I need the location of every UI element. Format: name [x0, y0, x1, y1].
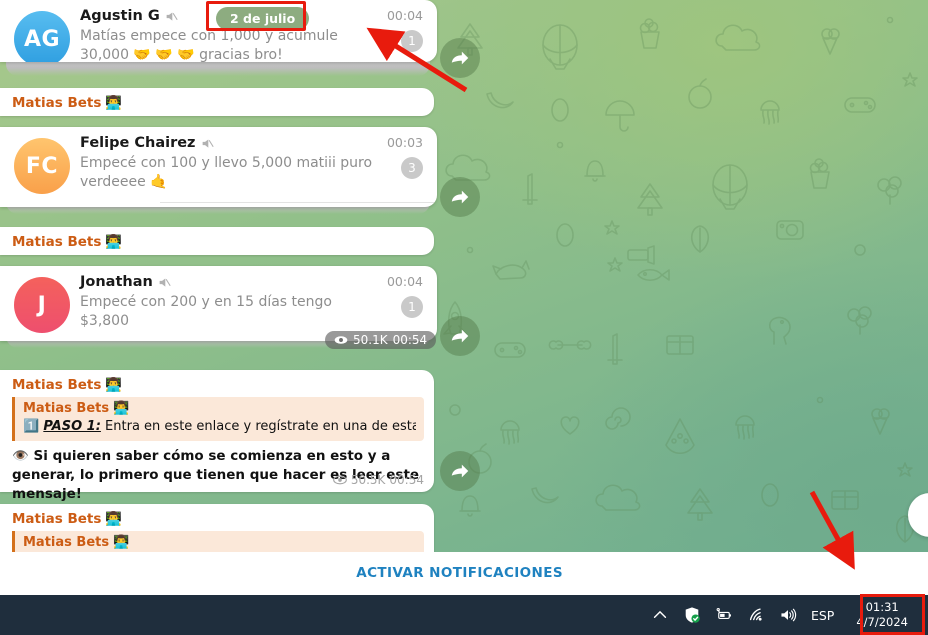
share-button-3[interactable]	[440, 316, 480, 356]
avatar: AG	[14, 11, 70, 62]
volume-icon[interactable]	[779, 606, 797, 624]
chat-message-5[interactable]: Matias Bets 👨‍💻 Matias Bets 👨‍💻	[0, 504, 434, 552]
quoted-channel-name: Matias Bets 👨‍💻	[23, 401, 416, 416]
channel-name: Matias Bets 👨‍💻	[12, 234, 424, 250]
notification-unread-badge: 1	[401, 296, 423, 318]
eye-emoji: 👁️	[12, 448, 29, 464]
keycap-one-emoji: 1️⃣	[23, 419, 40, 434]
share-arrow-icon	[451, 464, 469, 478]
notification-title: Jonathan	[80, 273, 437, 291]
share-button-1[interactable]	[440, 38, 480, 78]
avatar: FC	[14, 138, 70, 194]
chat-message-1[interactable]: Matias Bets 👨‍💻	[0, 88, 434, 116]
developer-emoji: 👨‍💻	[105, 234, 123, 250]
divider	[160, 202, 437, 203]
channel-name-label: Matias Bets	[12, 95, 102, 111]
message-time: 00:54	[392, 333, 428, 347]
battery-icon[interactable]	[715, 606, 733, 624]
muted-speaker-icon	[166, 11, 178, 21]
date-pill-highlight-box	[206, 1, 306, 31]
notification-sender-name: Jonathan	[80, 274, 153, 290]
chat-message-2[interactable]: Matias Bets 👨‍💻	[0, 227, 434, 255]
language-indicator[interactable]: ESP	[811, 608, 834, 623]
channel-name-label: Matias Bets	[12, 377, 102, 393]
share-arrow-icon	[451, 190, 469, 204]
avatar: J	[14, 277, 70, 333]
views-count: 50.5K	[350, 473, 386, 487]
wifi-icon[interactable]	[747, 606, 765, 624]
quoted-message[interactable]: Matias Bets 👨‍💻 1️⃣ PASO 1: Entra en est…	[12, 397, 424, 441]
eye-icon	[334, 336, 348, 344]
notification-time: 00:04	[386, 8, 423, 23]
notification-text: Empecé con 100 y llevo 5,000 matiii puro…	[80, 155, 373, 190]
developer-emoji: 👨‍💻	[105, 511, 123, 527]
channel-name-label: Matias Bets	[12, 234, 102, 250]
channel-name: Matias Bets 👨‍💻	[12, 511, 424, 527]
channel-name-label: Matias Bets	[12, 511, 102, 527]
windows-security-shield-icon[interactable]	[683, 606, 701, 624]
quoted-text-line: 1️⃣ PASO 1: Entra en este enlace y regís…	[23, 418, 416, 436]
message-views-pill: 50.1K 00:54	[325, 331, 437, 349]
share-button-2[interactable]	[440, 177, 480, 217]
notification-title: Felipe Chairez	[80, 134, 437, 152]
quoted-step-label: PASO 1:	[43, 419, 101, 434]
message-column: AG Agustin G Matías empece con 1,000 y a…	[0, 0, 437, 552]
eye-icon	[332, 475, 347, 485]
notification-sender-name: Agustin G	[80, 8, 160, 24]
message-time: 00:54	[389, 473, 424, 487]
notification-time: 00:04	[386, 274, 423, 289]
channel-name: Matias Bets 👨‍💻	[12, 377, 424, 393]
notification-jonathan[interactable]: J Jonathan Empecé con 200 y en 15 días t…	[0, 266, 437, 341]
muted-speaker-icon	[202, 138, 214, 148]
quoted-message[interactable]: Matias Bets 👨‍💻	[12, 531, 424, 552]
clock-highlight-box	[860, 594, 925, 635]
message-meta: 50.5K 00:54	[332, 473, 424, 487]
quoted-channel-name: Matias Bets 👨‍💻	[23, 535, 416, 550]
share-arrow-icon	[451, 51, 469, 65]
muted-speaker-icon	[159, 277, 171, 287]
notification-sender-name: Felipe Chairez	[80, 135, 196, 151]
notification-unread-badge: 1	[401, 30, 423, 52]
notification-time: 00:03	[386, 135, 423, 150]
developer-emoji: 👨‍💻	[105, 377, 123, 393]
quoted-text: Entra en este enlace y regístrate en una…	[105, 419, 416, 434]
activar-notificaciones-button[interactable]: ACTIVAR NOTIFICACIONES	[356, 565, 563, 581]
quoted-channel-label: Matias Bets	[23, 535, 110, 550]
developer-emoji: 👨‍💻	[105, 95, 123, 111]
channel-name: Matias Bets 👨‍💻	[12, 95, 424, 111]
views-count: 50.1K	[353, 333, 388, 347]
share-arrow-icon	[451, 329, 469, 343]
windows-taskbar: ESP 01:31 4/7/2024	[0, 595, 928, 635]
developer-emoji: 👨‍💻	[113, 535, 130, 550]
notification-unread-badge: 3	[401, 157, 423, 179]
notification-felipe-chairez[interactable]: FC Felipe Chairez Empecé con 100 y llevo…	[0, 127, 437, 207]
notification-text: Matías empece con 1,000 y acumule 30,000…	[80, 28, 338, 62]
show-hidden-icons-chevron-icon[interactable]	[651, 606, 669, 624]
chat-message-4[interactable]: Matias Bets 👨‍💻 Matias Bets 👨‍💻 1️⃣ PASO…	[0, 370, 434, 502]
developer-emoji: 👨‍💻	[113, 401, 130, 416]
quoted-channel-label: Matias Bets	[23, 401, 110, 416]
share-button-4[interactable]	[440, 451, 480, 491]
notification-text: Empecé con 200 y en 15 días tengo $3,800	[80, 294, 332, 329]
